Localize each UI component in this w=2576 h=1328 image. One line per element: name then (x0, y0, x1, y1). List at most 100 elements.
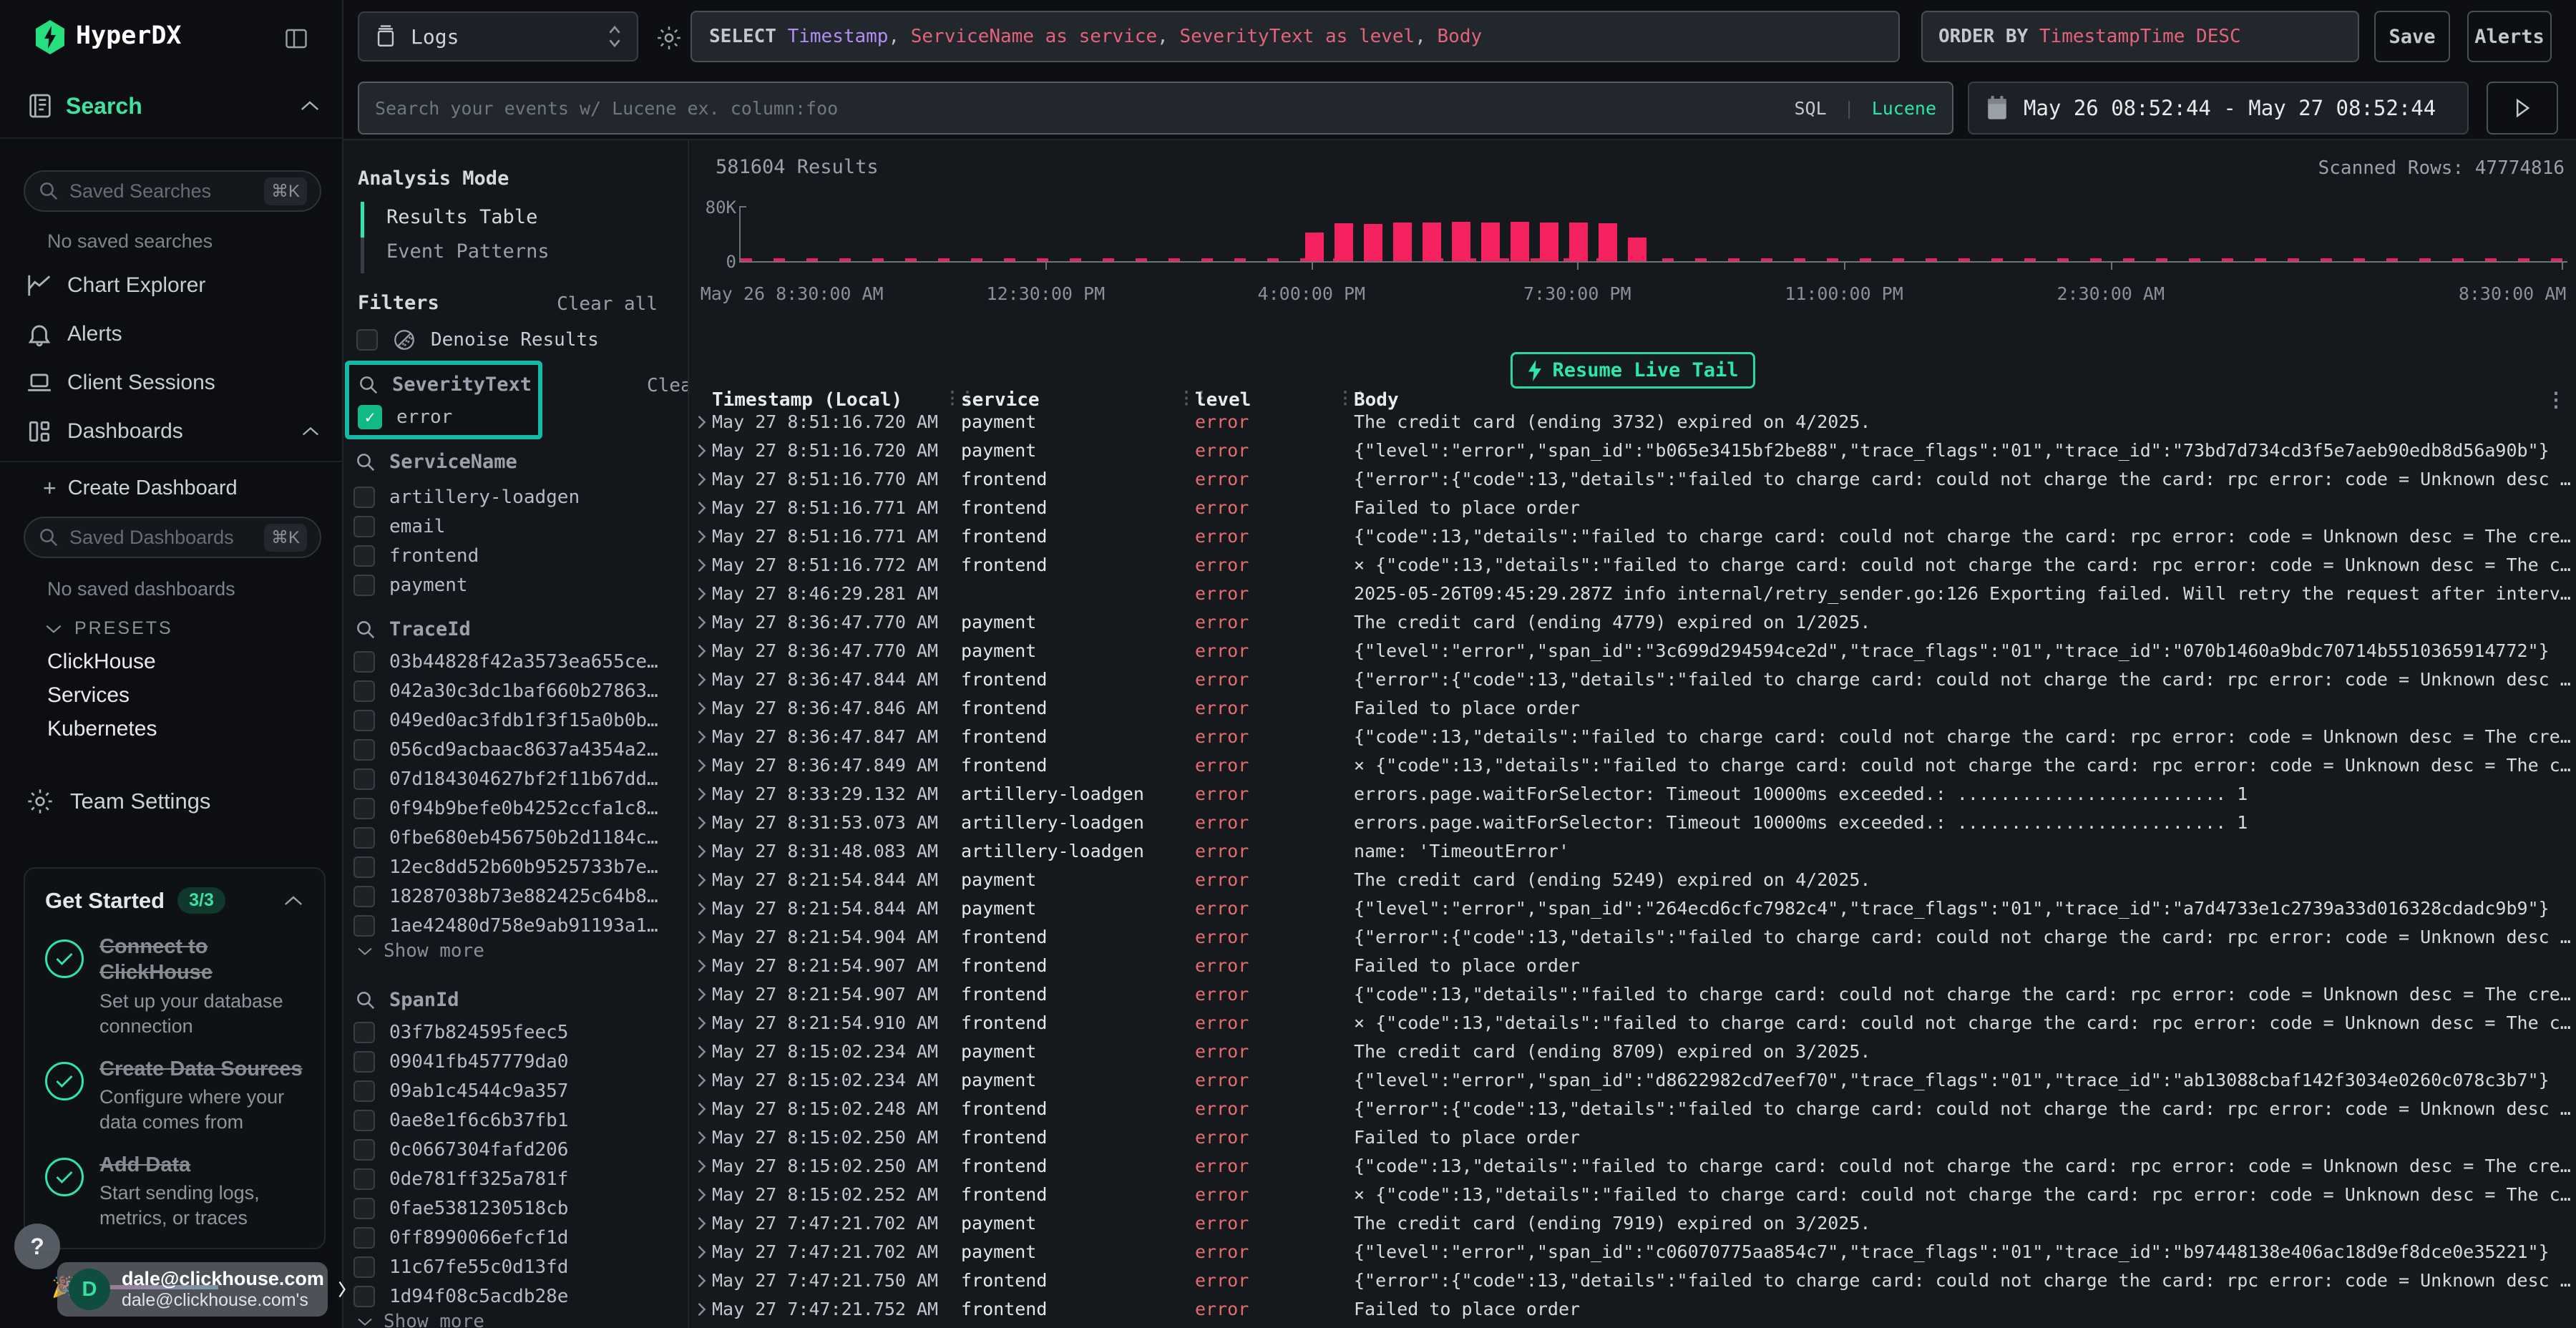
filter-option[interactable]: 0fbe680eb456750b2d1184c… (353, 823, 688, 852)
row-expand-chevron-icon[interactable] (696, 472, 707, 487)
filter-option[interactable]: artillery-loadgen (353, 482, 688, 512)
filter-option[interactable]: 1d94f08c5acdb28e (353, 1281, 688, 1311)
checkbox[interactable] (353, 1080, 375, 1102)
preset-clickhouse[interactable]: ClickHouse (47, 650, 156, 674)
row-expand-chevron-icon[interactable] (696, 1158, 707, 1174)
sidebar-item-alerts[interactable]: Alerts (0, 313, 343, 355)
run-query-button[interactable] (2487, 82, 2558, 135)
table-row[interactable]: May 27 7:47:21.750 AM frontend error {"e… (689, 1266, 2576, 1295)
filter-option[interactable]: 1ae42480d758e9ab91193a1… (353, 911, 688, 940)
filter-option[interactable]: 0fae5381230518cb (353, 1193, 688, 1223)
alerts-button[interactable]: Alerts (2467, 11, 2552, 62)
saved-dashboards-field[interactable] (69, 527, 254, 549)
table-row[interactable]: May 27 8:36:47.770 AM payment error {"le… (689, 637, 2576, 665)
table-row[interactable]: May 27 8:51:16.720 AM payment error The … (689, 408, 2576, 436)
checkbox[interactable] (353, 1110, 375, 1131)
row-expand-chevron-icon[interactable] (696, 958, 707, 974)
row-expand-chevron-icon[interactable] (696, 1273, 707, 1289)
table-row[interactable]: May 27 8:15:02.250 AM frontend error Fai… (689, 1123, 2576, 1152)
row-expand-chevron-icon[interactable] (696, 557, 707, 573)
sql-query-input[interactable]: SELECT Timestamp, ServiceName as service… (691, 11, 1900, 62)
table-row[interactable]: May 27 8:46:29.281 AM error 2025-05-26T0… (689, 580, 2576, 608)
row-expand-chevron-icon[interactable] (696, 729, 707, 745)
lucene-mode-toggle[interactable]: Lucene (1872, 98, 1936, 119)
checkbox[interactable] (353, 886, 375, 907)
checkbox[interactable] (353, 575, 375, 596)
row-expand-chevron-icon[interactable] (696, 615, 707, 630)
filter-option[interactable]: 09ab1c4544c9a357 (353, 1076, 688, 1105)
histogram-bar[interactable] (1305, 233, 1324, 261)
preset-services[interactable]: Services (47, 683, 130, 708)
chevron-up-icon[interactable] (299, 99, 321, 112)
checkbox[interactable] (353, 739, 375, 761)
checkbox[interactable] (353, 798, 375, 819)
table-row[interactable]: May 27 8:21:54.844 AM payment error {"le… (689, 894, 2576, 923)
sidebar-item-dashboards[interactable]: Dashboards (0, 411, 343, 452)
table-row[interactable]: May 27 8:36:47.770 AM payment error The … (689, 608, 2576, 637)
help-button[interactable]: ? (14, 1224, 60, 1269)
table-row[interactable]: May 27 8:36:47.844 AM frontend error {"e… (689, 665, 2576, 694)
row-expand-chevron-icon[interactable] (696, 758, 707, 773)
row-expand-chevron-icon[interactable] (696, 1130, 707, 1146)
checkbox[interactable] (353, 768, 375, 790)
checkbox[interactable] (353, 710, 375, 731)
tab-event-patterns[interactable]: Event Patterns (386, 240, 550, 263)
histogram-bar[interactable] (1540, 223, 1558, 261)
source-select[interactable]: Logs (358, 11, 638, 62)
table-row[interactable]: May 27 8:33:29.132 AM artillery-loadgen … (689, 780, 2576, 809)
severity-option-error[interactable]: ✓ error (358, 405, 452, 429)
row-expand-chevron-icon[interactable] (696, 643, 707, 659)
row-expand-chevron-icon[interactable] (696, 1015, 707, 1031)
histogram-bar[interactable] (1335, 223, 1353, 261)
row-expand-chevron-icon[interactable] (696, 1101, 707, 1117)
table-row[interactable]: May 27 8:51:16.771 AM frontend error {"c… (689, 522, 2576, 551)
chevron-up-icon[interactable] (283, 894, 304, 907)
spanid-show-more[interactable]: Show more (356, 1311, 484, 1328)
row-expand-chevron-icon[interactable] (696, 1216, 707, 1231)
denoise-checkbox[interactable] (356, 329, 378, 351)
sidebar-item-chart-explorer[interactable]: Chart Explorer (0, 265, 343, 306)
table-row[interactable]: May 27 7:47:21.752 AM frontend error Fai… (689, 1295, 2576, 1324)
histogram-bar[interactable] (1599, 223, 1617, 261)
table-row[interactable]: May 27 8:31:48.083 AM artillery-loadgen … (689, 837, 2576, 866)
checkbox[interactable] (353, 516, 375, 537)
checkbox[interactable] (353, 1227, 375, 1249)
table-row[interactable]: May 27 8:21:54.844 AM payment error The … (689, 866, 2576, 894)
histogram-bar[interactable] (1452, 222, 1470, 261)
saved-dashboards-input[interactable]: ⌘K (24, 517, 321, 558)
table-row[interactable]: May 27 7:47:21.702 AM payment error The … (689, 1209, 2576, 1238)
servicename-section[interactable]: ServiceName (355, 451, 517, 473)
table-row[interactable]: May 27 8:36:47.846 AM frontend error Fai… (689, 694, 2576, 723)
checkbox[interactable] (353, 1139, 375, 1161)
table-row[interactable]: May 27 8:15:02.252 AM frontend error × {… (689, 1181, 2576, 1209)
table-row[interactable]: May 27 8:15:02.250 AM frontend error {"c… (689, 1152, 2576, 1181)
row-expand-chevron-icon[interactable] (696, 987, 707, 1002)
checkbox[interactable] (353, 545, 375, 567)
checkbox[interactable] (353, 1286, 375, 1307)
checkbox[interactable] (353, 1051, 375, 1073)
row-expand-chevron-icon[interactable] (696, 443, 707, 459)
row-expand-chevron-icon[interactable] (696, 872, 707, 888)
histogram-bar[interactable] (1423, 223, 1441, 261)
traceid-show-more[interactable]: Show more (356, 940, 484, 962)
filter-option[interactable]: payment (353, 570, 688, 600)
filter-option[interactable]: 11c67fe55c0d13fd (353, 1252, 688, 1281)
filter-option[interactable]: 0f94b9befe0b4252ccfa1c8… (353, 794, 688, 823)
histogram-bar[interactable] (1511, 222, 1529, 261)
checkbox[interactable] (353, 651, 375, 673)
get-started-step[interactable]: Connect to ClickHouse Set up your databa… (45, 934, 304, 1039)
row-expand-chevron-icon[interactable] (696, 1044, 707, 1060)
histogram-bar[interactable] (1481, 223, 1500, 261)
filter-option[interactable]: 12ec8dd52b60b9525733b7e… (353, 852, 688, 882)
sql-mode-toggle[interactable]: SQL (1794, 98, 1826, 119)
save-button[interactable]: Save (2374, 11, 2450, 62)
row-expand-chevron-icon[interactable] (696, 1244, 707, 1260)
table-row[interactable]: May 27 8:51:16.720 AM payment error {"le… (689, 436, 2576, 465)
filter-option[interactable]: 0ff8990066efcf1d (353, 1223, 688, 1252)
checkbox[interactable] (353, 1256, 375, 1278)
get-started-step[interactable]: Add Data Start sending logs, metrics, or… (45, 1152, 304, 1231)
table-row[interactable]: May 27 8:21:54.904 AM frontend error {"e… (689, 923, 2576, 952)
table-row[interactable]: May 27 8:36:47.849 AM frontend error × {… (689, 751, 2576, 780)
results-histogram[interactable]: May 26 8:30:00 AM 12:30:00 PM 4:00:00 PM… (741, 206, 2567, 263)
traceid-section[interactable]: TraceId (355, 618, 471, 640)
